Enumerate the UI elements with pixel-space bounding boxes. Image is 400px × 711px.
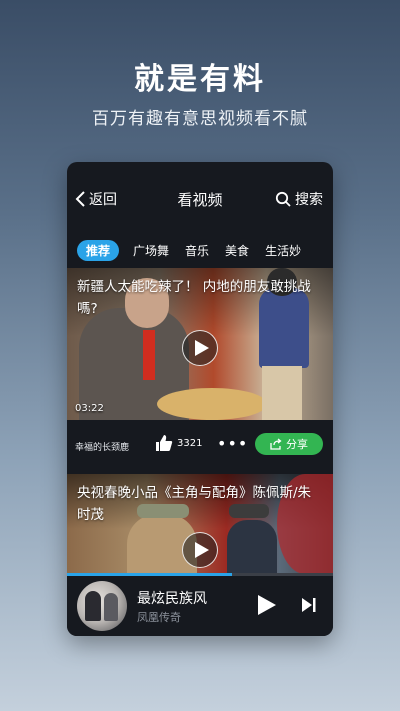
- tab-recommend[interactable]: 推荐: [77, 239, 120, 261]
- video-title-2: 央视春晚小品《主角与配角》陈佩斯/朱时茂: [77, 485, 312, 523]
- back-label: 返回: [89, 192, 117, 208]
- tab-music[interactable]: 音乐: [177, 242, 217, 259]
- video-title-1: 新疆人太能吃辣了！ 内地的朋友敢挑战嗎?: [77, 279, 311, 317]
- share-icon: [270, 438, 282, 450]
- music-player: 最炫民族风 凤凰传奇: [67, 576, 333, 636]
- tab-life-tips[interactable]: 生活妙: [257, 242, 309, 259]
- video-card-2[interactable]: 央视春晚小品《主角与配角》陈佩斯/朱时茂: [67, 474, 333, 574]
- search-icon: [275, 191, 291, 207]
- play-button-2[interactable]: [182, 532, 218, 568]
- more-options-button[interactable]: •••: [217, 434, 248, 453]
- play-icon[interactable]: [257, 594, 277, 616]
- video-duration-1: 03:22: [75, 403, 104, 414]
- promo-headline: 就是有料: [134, 62, 266, 97]
- search-button[interactable]: 搜索: [275, 189, 323, 209]
- share-button[interactable]: 分享: [255, 433, 323, 455]
- chevron-left-icon: [75, 191, 85, 207]
- top-bar: 返回 看视频 搜索: [67, 162, 333, 232]
- like-count: 3321: [177, 437, 203, 449]
- category-tabs: 推荐 广场舞 音乐 美食 生活妙: [67, 232, 333, 268]
- play-icon: [194, 542, 209, 558]
- tab-food[interactable]: 美食: [217, 242, 257, 259]
- thumbs-up-icon: [156, 435, 173, 451]
- song-title: 最炫民族风: [137, 591, 207, 607]
- album-cover[interactable]: [77, 581, 127, 631]
- play-icon: [194, 340, 209, 356]
- back-button[interactable]: 返回: [75, 189, 117, 209]
- video-card-1[interactable]: 新疆人太能吃辣了！ 内地的朋友敢挑战嗎? 03:22: [67, 268, 333, 420]
- song-artist: 凤凰传奇: [137, 611, 181, 624]
- tab-square-dance[interactable]: 广场舞: [125, 242, 177, 259]
- video-author-1[interactable]: 幸福的长颈鹿: [75, 440, 129, 453]
- share-label: 分享: [286, 438, 308, 451]
- like-button[interactable]: 3321: [155, 434, 202, 452]
- play-button-1[interactable]: [182, 330, 218, 366]
- skip-next-icon[interactable]: [301, 597, 317, 613]
- search-label: 搜索: [295, 192, 323, 208]
- phone-screen: 返回 看视频 搜索 推荐 广场舞 音乐 美食 生活妙 新疆人太能吃辣了！ 内地的…: [67, 162, 333, 636]
- video-meta-1: 幸福的长颈鹿 3321 ••• 分享: [67, 420, 333, 474]
- promo-subline: 百万有趣有意思视频看不腻: [92, 109, 308, 129]
